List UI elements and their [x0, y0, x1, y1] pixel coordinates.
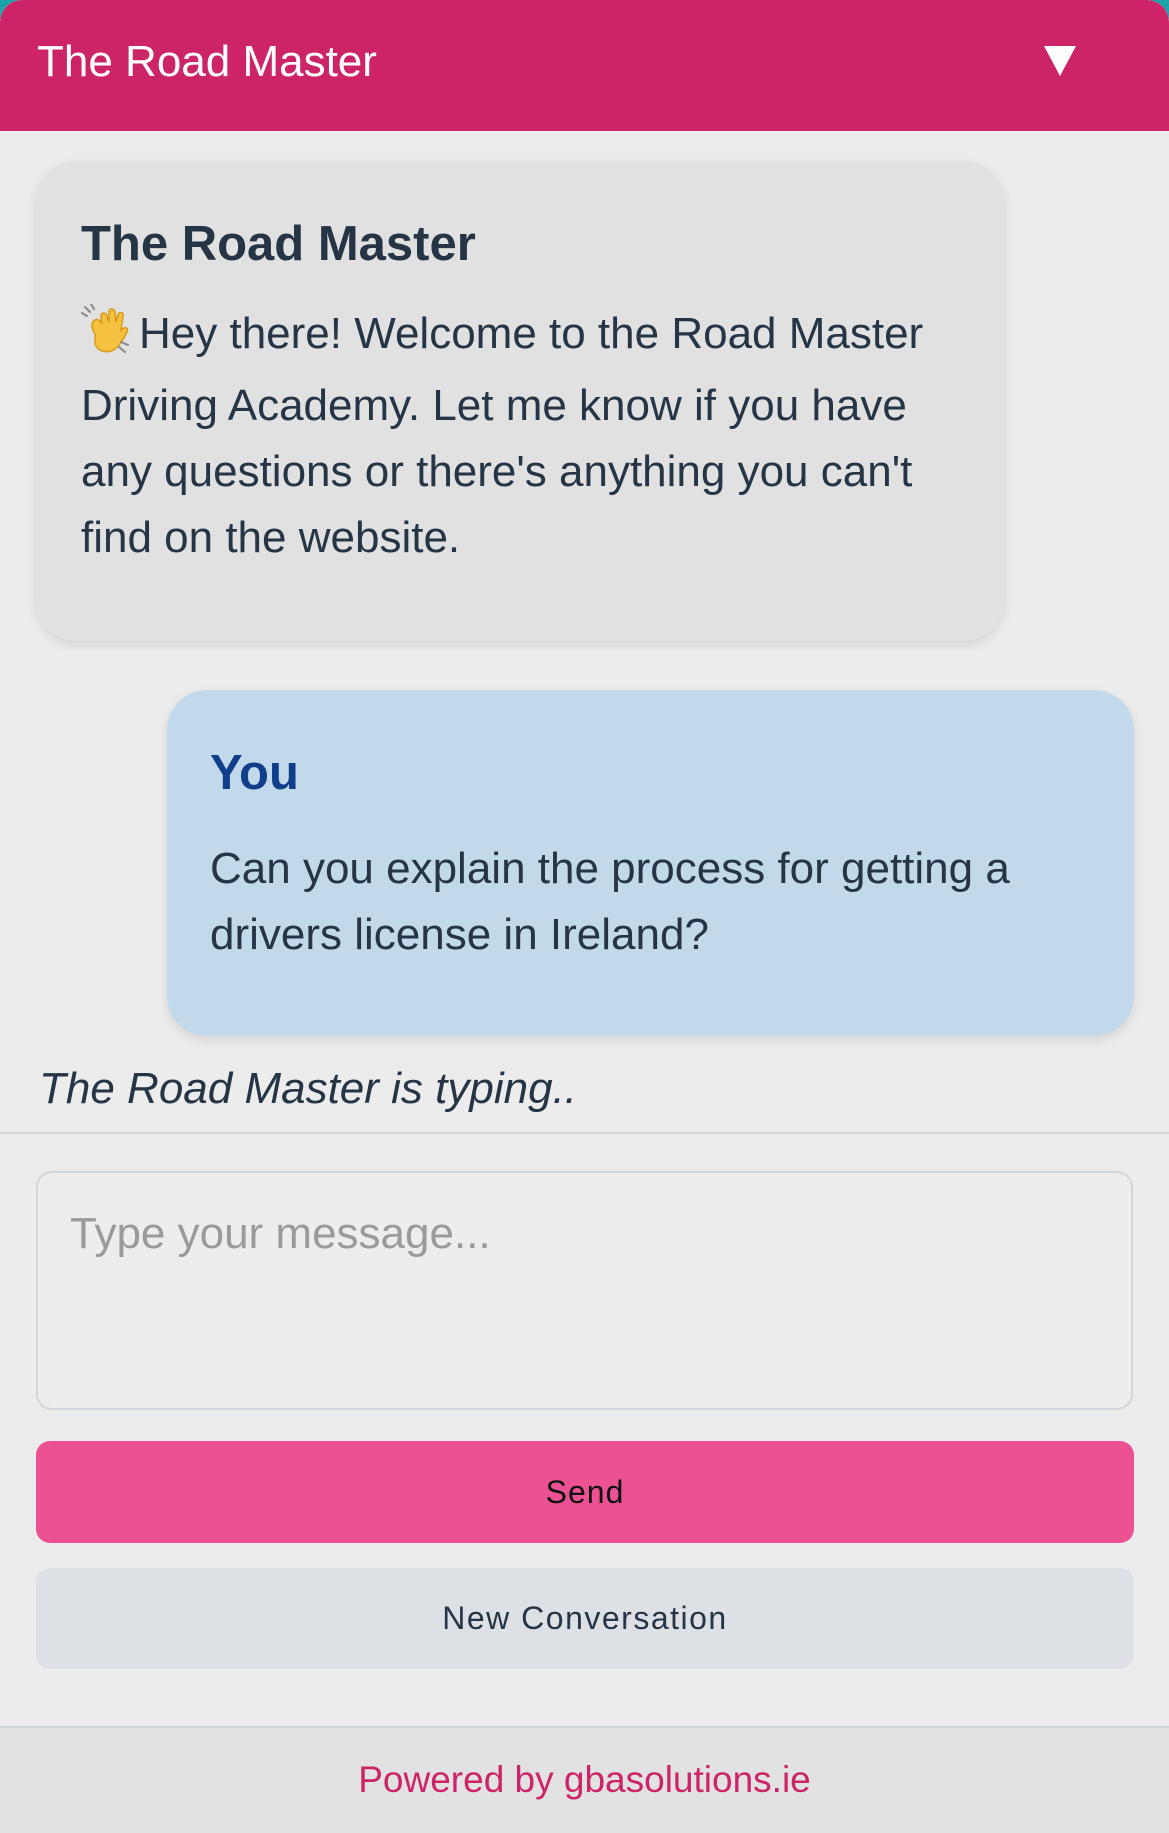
header-title: The Road Master [37, 37, 377, 86]
new-conversation-button[interactable]: New Conversation [36, 1568, 1134, 1669]
chat-widget: The Road Master The Road Master Hey ther… [0, 0, 1169, 1833]
powered-by-link[interactable]: Powered by gbasolutions.ie [0, 1758, 1169, 1802]
message-input[interactable] [36, 1171, 1133, 1410]
bot-message-text: Hey there! Welcome to the Road Master Dr… [81, 309, 924, 562]
waving-hand-icon [81, 303, 131, 373]
user-message-bubble: You Can you explain the process for gett… [167, 690, 1134, 1036]
user-sender-name: You [210, 746, 299, 800]
footer: Powered by gbasolutions.ie [0, 1726, 1169, 1833]
bot-sender-name: The Road Master [81, 217, 476, 271]
send-button[interactable]: Send [36, 1441, 1134, 1543]
bot-message-body: Hey there! Welcome to the Road Master Dr… [81, 301, 981, 571]
user-message-text: Can you explain the process for getting … [210, 844, 1010, 959]
composer-divider [0, 1132, 1169, 1134]
typing-indicator: The Road Master is typing.. [39, 1064, 578, 1113]
triangle-down-icon [1044, 46, 1076, 76]
bot-message-bubble: The Road Master Hey there! Welcome to th… [36, 161, 1004, 641]
collapse-button[interactable] [1030, 30, 1090, 90]
chat-header: The Road Master [0, 0, 1169, 131]
